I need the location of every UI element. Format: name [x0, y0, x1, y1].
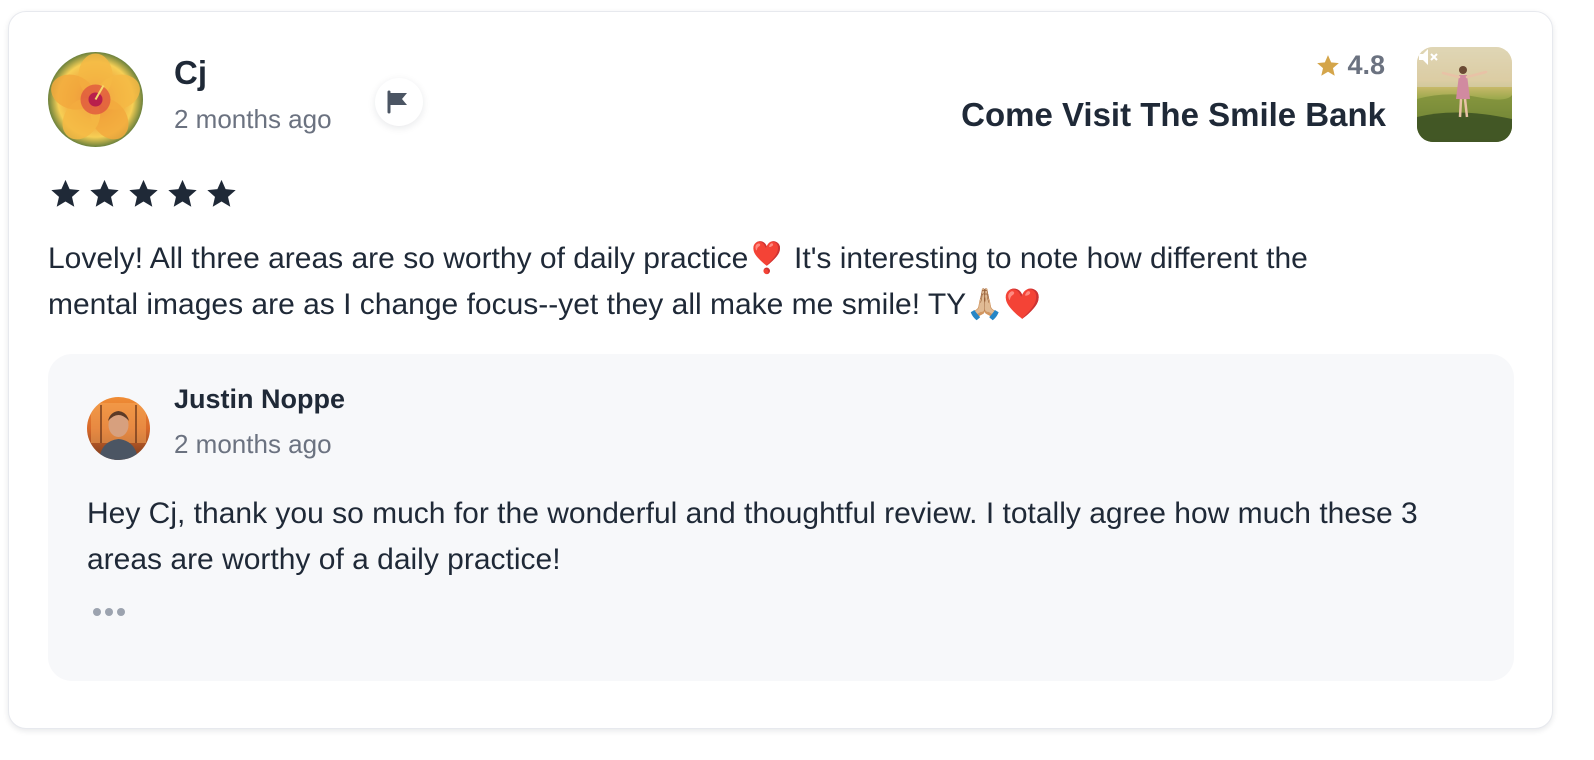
- ellipsis-dot: [105, 608, 113, 616]
- product-rating: 4.8: [1315, 50, 1385, 81]
- owner-reply: Justin Noppe 2 months ago Hey Cj, thank …: [48, 354, 1514, 681]
- flag-icon: [387, 90, 407, 114]
- speaker-muted-icon[interactable]: [1417, 47, 1439, 67]
- product-title[interactable]: Come Visit The Smile Bank: [961, 96, 1386, 134]
- product-thumbnail[interactable]: [1417, 47, 1512, 142]
- review-card: Cj 2 months ago 4.8 Come Visit The Smile…: [8, 11, 1553, 729]
- review-star-rating: [48, 177, 239, 211]
- reply-timestamp: 2 months ago: [174, 429, 332, 459]
- star-icon: [129, 179, 158, 207]
- star-icon: [90, 179, 119, 207]
- report-button[interactable]: [375, 78, 423, 126]
- ellipsis-icon[interactable]: [93, 604, 125, 620]
- review-timestamp: 2 months ago: [174, 104, 332, 134]
- replier-name[interactable]: Justin Noppe: [174, 384, 345, 415]
- ellipsis-dot: [117, 608, 125, 616]
- product-rating-value: 4.8: [1347, 50, 1385, 80]
- ellipsis-dot: [93, 608, 101, 616]
- review-body: Lovely! All three areas are so worthy of…: [48, 242, 1308, 321]
- star-icon: [207, 179, 236, 207]
- star-icon: [51, 179, 80, 207]
- man-portrait-image: [91, 403, 146, 460]
- reviewer-avatar[interactable]: [48, 52, 143, 147]
- reviewer-name[interactable]: Cj: [174, 54, 207, 92]
- star-icon: [168, 179, 197, 207]
- star-icon: [1317, 54, 1340, 76]
- replier-avatar[interactable]: [87, 397, 150, 460]
- reply-body: Hey Cj, thank you so much for the wonder…: [87, 497, 1418, 576]
- hibiscus-flower-image: [51, 53, 140, 140]
